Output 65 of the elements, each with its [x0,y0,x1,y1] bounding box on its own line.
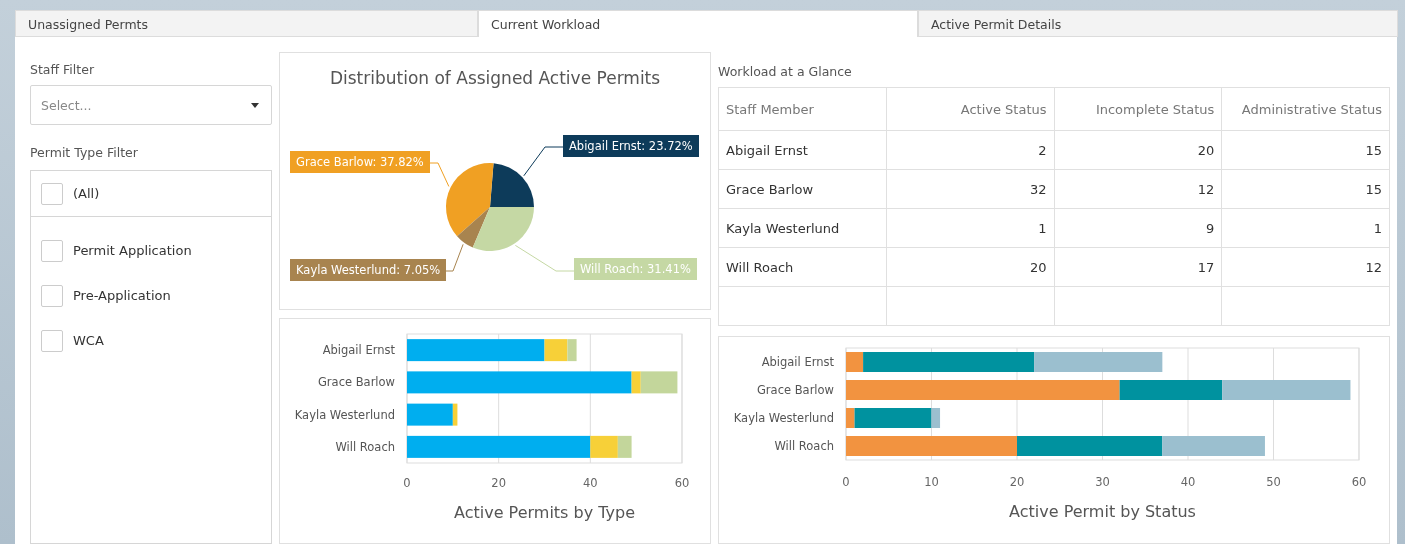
tick-label: 10 [924,475,939,489]
table-title: Workload at a Glance [718,64,853,79]
slice-label: Abigail Ernst: 23.72% [563,135,699,157]
tick-label: 60 [674,476,690,490]
tick-label: 0 [403,476,411,490]
axis-title: Active Permit by Status [1009,502,1196,521]
column-header: Staff Member [718,87,887,131]
category-label: Grace Barlow [756,383,834,397]
tick-label: 20 [491,476,506,490]
table-cell: 32 [886,169,1054,209]
slice-label: Kayla Westerlund: 7.05% [290,259,447,281]
category-label: Abigail Ernst [761,355,834,369]
category-label: Kayla Westerlund [294,407,395,422]
leader-line [514,244,575,272]
column-header: Active Status [886,87,1054,131]
tab[interactable]: Unassigned Permts [15,10,478,37]
option-label: WCA [73,333,104,348]
table-cell: 1 [886,208,1054,248]
tab[interactable]: Active Permit Details [918,10,1398,37]
table-cell: Will Roach [718,247,887,287]
table-cell: 12 [1054,169,1222,209]
checkbox[interactable] [41,284,63,307]
slice-label: Will Roach: 31.41% [574,258,697,280]
column-header: Administrative Status [1221,87,1390,131]
table-cell: 20 [1054,130,1222,170]
category-label: Will Roach [335,439,395,454]
category-label: Will Roach [774,439,834,453]
table-cell: 20 [886,247,1054,287]
placeholder-text: Select... [41,97,92,113]
table-cell: 15 [1221,130,1390,170]
table-cell: Abigail Ernst [718,130,887,170]
category-label: Kayla Westerlund [733,411,834,425]
checkbox[interactable] [41,182,63,205]
table-cell: 9 [1054,208,1222,248]
option-label: Pre-Application [73,288,171,303]
tick-label: 50 [1266,475,1281,489]
staff-select[interactable]: Select... [30,85,272,125]
checkbox[interactable] [41,329,63,352]
table-cell: 2 [886,130,1054,170]
table-cell: 15 [1221,169,1390,209]
tick-label: 40 [1180,475,1196,489]
axis-title: Active Permits by Type [454,503,635,522]
column-header: Incomplete Status [1054,87,1222,131]
checkbox[interactable] [41,239,63,262]
leader-line [523,146,564,177]
tick-label: 40 [583,476,598,490]
option-label: (All) [73,186,100,201]
tick-label: 60 [1351,475,1367,489]
table-cell: 1 [1221,208,1390,248]
category-label: Abigail Ernst [322,343,395,358]
tick-label: 0 [842,475,850,489]
tick-label: 30 [1095,475,1110,489]
option-label: Permit Application [73,243,192,258]
chart-title: Distribution of Assigned Active Permits [329,67,661,88]
field-label: Permit Type Filter [30,145,139,160]
table-cell: 17 [1054,247,1222,287]
field-label: Staff Filter [30,62,96,77]
table-cell: Grace Barlow [718,169,887,209]
table-cell: Kayla Westerlund [718,208,887,248]
caret-icon [251,102,259,108]
category-label: Grace Barlow [317,375,395,390]
tab[interactable]: Current Workload [478,10,918,37]
slice-label: Grace Barlow: 37.82% [290,151,430,173]
table-cell: 12 [1221,247,1390,287]
tick-label: 20 [1009,475,1025,489]
